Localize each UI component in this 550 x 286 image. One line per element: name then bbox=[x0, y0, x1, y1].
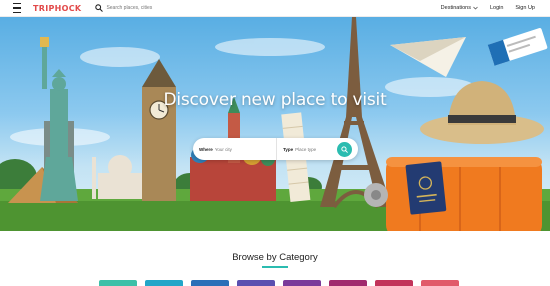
where-input[interactable] bbox=[214, 146, 263, 152]
hero-title: Discover new place to visit bbox=[163, 90, 387, 110]
hero-landmarks-illustration bbox=[0, 17, 550, 231]
header-search bbox=[95, 4, 187, 12]
hero-search-box: Where Type bbox=[193, 138, 358, 160]
search-submit-button[interactable] bbox=[337, 141, 352, 157]
heading-underline bbox=[262, 266, 288, 268]
category-tile[interactable] bbox=[421, 280, 459, 286]
category-tile[interactable] bbox=[99, 280, 137, 286]
category-tile[interactable] bbox=[145, 280, 183, 286]
category-tile[interactable] bbox=[191, 280, 229, 286]
chevron-down-icon bbox=[473, 6, 478, 10]
category-tile[interactable] bbox=[329, 280, 367, 286]
browse-category-heading: Browse by Category bbox=[232, 252, 318, 263]
type-field[interactable]: Type bbox=[277, 138, 335, 160]
search-icon bbox=[95, 4, 104, 12]
category-tile[interactable] bbox=[283, 280, 321, 286]
login-link[interactable]: Login bbox=[490, 5, 503, 11]
nav-right: Destinations Login Sign Up bbox=[429, 5, 535, 11]
category-tile[interactable] bbox=[375, 280, 413, 286]
brand-logo[interactable]: TRIPHOCK bbox=[33, 4, 81, 13]
where-field[interactable]: Where bbox=[193, 138, 277, 160]
category-tiles-row bbox=[99, 280, 459, 286]
type-input[interactable] bbox=[295, 146, 334, 152]
search-icon bbox=[341, 145, 348, 153]
category-tile[interactable] bbox=[237, 280, 275, 286]
destinations-dropdown[interactable]: Destinations bbox=[441, 5, 478, 11]
signup-link[interactable]: Sign Up bbox=[515, 5, 535, 11]
destinations-label: Destinations bbox=[440, 5, 471, 11]
hero-banner: Discover new place to visit Where Type bbox=[0, 17, 550, 231]
type-label: Type bbox=[283, 146, 294, 152]
where-label: Where bbox=[199, 146, 213, 152]
top-navbar: TRIPHOCK Destinations Login Sign Up bbox=[0, 0, 550, 17]
hamburger-menu-icon[interactable] bbox=[13, 3, 27, 13]
search-input[interactable] bbox=[106, 5, 187, 11]
